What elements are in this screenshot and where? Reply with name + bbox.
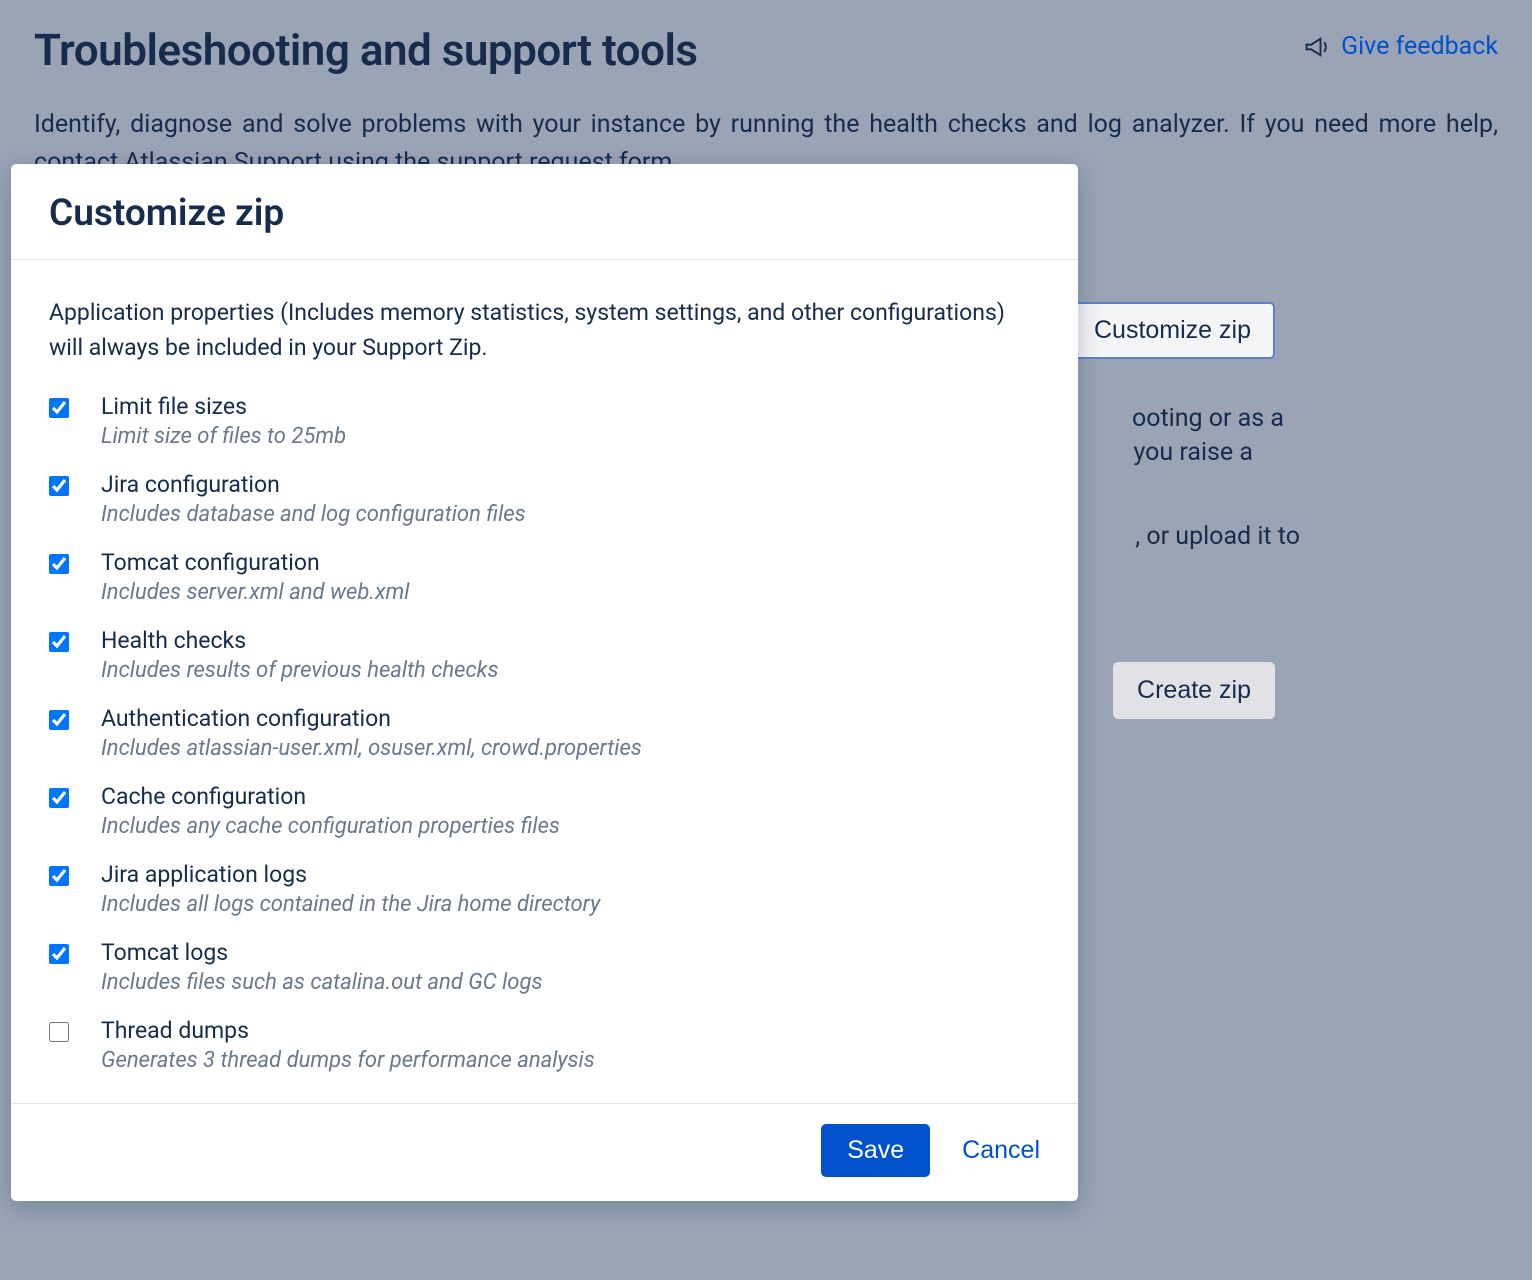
option-row: Health checks Includes results of previou… <box>49 627 1040 683</box>
option-checkbox[interactable] <box>49 710 69 730</box>
option-hint: Limit size of files to 25mb <box>101 424 346 449</box>
option-checkbox[interactable] <box>49 476 69 496</box>
option-label: Cache configuration <box>101 783 560 810</box>
customize-zip-button[interactable]: Customize zip <box>1070 302 1275 359</box>
modal-header: Customize zip <box>11 164 1078 260</box>
background-text-fragment: ooting or as a <box>1132 404 1284 433</box>
modal-body: Application properties (Includes memory … <box>11 260 1078 1103</box>
modal-title: Customize zip <box>49 192 1040 235</box>
page-header: Troubleshooting and support tools Give f… <box>34 24 1498 76</box>
option-label: Tomcat configuration <box>101 549 409 576</box>
option-checkbox[interactable] <box>49 554 69 574</box>
option-hint: Includes atlassian-user.xml, osuser.xml,… <box>101 736 642 761</box>
give-feedback-label: Give feedback <box>1341 32 1498 61</box>
option-text: Authentication configuration Includes atl… <box>101 705 642 761</box>
option-hint: Includes results of previous health chec… <box>101 658 498 683</box>
page-title: Troubleshooting and support tools <box>34 24 698 76</box>
cancel-button[interactable]: Cancel <box>962 1136 1040 1165</box>
option-hint: Includes all logs contained in the Jira … <box>101 892 600 917</box>
option-text: Jira configuration Includes database and … <box>101 471 526 527</box>
option-checkbox[interactable] <box>49 1022 69 1042</box>
option-label: Health checks <box>101 627 498 654</box>
options-list: Limit file sizes Limit size of files to 2… <box>49 393 1040 1073</box>
option-checkbox[interactable] <box>49 398 69 418</box>
modal-description: Application properties (Includes memory … <box>49 296 1040 365</box>
option-row: Limit file sizes Limit size of files to 2… <box>49 393 1040 449</box>
option-hint: Includes server.xml and web.xml <box>101 580 409 605</box>
option-text: Jira application logs Includes all logs c… <box>101 861 600 917</box>
option-checkbox[interactable] <box>49 944 69 964</box>
option-row: Tomcat logs Includes files such as catali… <box>49 939 1040 995</box>
option-label: Jira application logs <box>101 861 600 888</box>
option-label: Jira configuration <box>101 471 526 498</box>
option-row: Authentication configuration Includes atl… <box>49 705 1040 761</box>
option-text: Health checks Includes results of previou… <box>101 627 498 683</box>
option-text: Limit file sizes Limit size of files to 2… <box>101 393 346 449</box>
option-label: Tomcat logs <box>101 939 542 966</box>
option-text: Tomcat logs Includes files such as catali… <box>101 939 542 995</box>
create-zip-button[interactable]: Create zip <box>1113 662 1275 719</box>
megaphone-icon <box>1303 33 1331 61</box>
option-checkbox[interactable] <box>49 866 69 886</box>
option-row: Jira application logs Includes all logs c… <box>49 861 1040 917</box>
save-button[interactable]: Save <box>821 1124 930 1177</box>
option-row: Tomcat configuration Includes server.xml … <box>49 549 1040 605</box>
option-checkbox[interactable] <box>49 788 69 808</box>
background-text-fragment: , or upload it to <box>1135 522 1300 551</box>
give-feedback-link[interactable]: Give feedback <box>1303 32 1498 61</box>
option-hint: Includes any cache configuration propert… <box>101 814 560 839</box>
background-text-fragment: you raise a <box>1133 438 1253 467</box>
option-checkbox[interactable] <box>49 632 69 652</box>
option-hint: Includes database and log configuration … <box>101 502 526 527</box>
customize-zip-modal: Customize zip Application properties (In… <box>11 164 1078 1201</box>
option-row: Cache configuration Includes any cache co… <box>49 783 1040 839</box>
option-text: Tomcat configuration Includes server.xml … <box>101 549 409 605</box>
option-text: Thread dumps Generates 3 thread dumps for… <box>101 1017 595 1073</box>
option-label: Authentication configuration <box>101 705 642 732</box>
option-label: Limit file sizes <box>101 393 346 420</box>
option-hint: Generates 3 thread dumps for performance… <box>101 1048 595 1073</box>
option-row: Jira configuration Includes database and … <box>49 471 1040 527</box>
modal-footer: Save Cancel <box>11 1103 1078 1201</box>
option-hint: Includes files such as catalina.out and … <box>101 970 542 995</box>
option-row: Thread dumps Generates 3 thread dumps for… <box>49 1017 1040 1073</box>
option-label: Thread dumps <box>101 1017 595 1044</box>
option-text: Cache configuration Includes any cache co… <box>101 783 560 839</box>
